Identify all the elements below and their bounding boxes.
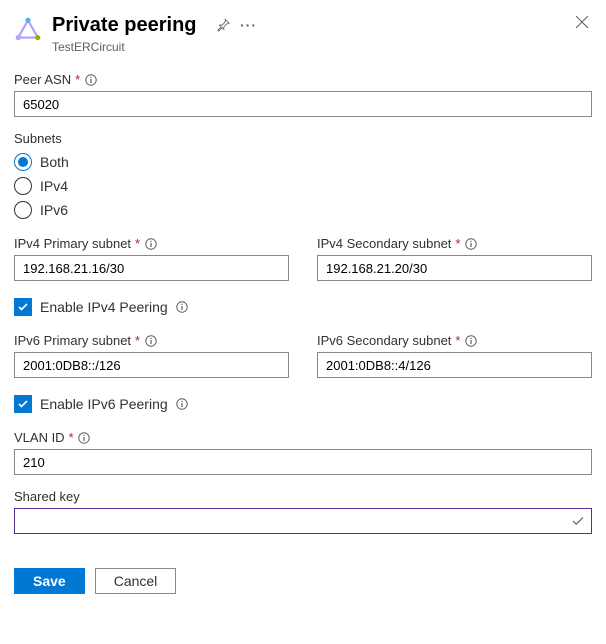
cancel-button[interactable]: Cancel	[95, 568, 177, 594]
enable-ipv6-checkbox[interactable]: Enable IPv6 Peering	[14, 392, 592, 416]
required-indicator: *	[75, 72, 80, 87]
ipv4-primary-input[interactable]	[14, 255, 289, 281]
ipv4-primary-group: IPv4 Primary subnet *	[14, 236, 289, 281]
shared-key-group: Shared key	[14, 489, 592, 534]
peer-asn-input[interactable]	[14, 91, 592, 117]
info-icon[interactable]	[176, 398, 189, 411]
enable-ipv6-label: Enable IPv6 Peering	[40, 396, 168, 412]
ipv4-secondary-group: IPv4 Secondary subnet *	[317, 236, 592, 281]
ipv6-secondary-input[interactable]	[317, 352, 592, 378]
ipv6-secondary-label: IPv6 Secondary subnet	[317, 333, 451, 348]
more-icon[interactable]: ···	[239, 15, 259, 35]
ipv6-primary-label: IPv6 Primary subnet	[14, 333, 131, 348]
save-button[interactable]: Save	[14, 568, 85, 594]
peer-asn-group: Peer ASN *	[14, 72, 592, 117]
ipv4-primary-label: IPv4 Primary subnet	[14, 236, 131, 251]
ipv4-secondary-label: IPv4 Secondary subnet	[317, 236, 451, 251]
radio-ipv6[interactable]: IPv6	[14, 198, 592, 222]
ipv6-primary-group: IPv6 Primary subnet *	[14, 333, 289, 378]
checkbox-icon	[14, 298, 32, 316]
info-icon[interactable]	[464, 237, 477, 250]
required-indicator: *	[135, 333, 140, 348]
vlan-id-group: VLAN ID *	[14, 430, 592, 475]
page-subtitle: TestERCircuit	[52, 40, 572, 54]
required-indicator: *	[69, 430, 74, 445]
peer-asn-label: Peer ASN	[14, 72, 71, 87]
info-icon[interactable]	[144, 237, 157, 250]
checkbox-icon	[14, 395, 32, 413]
radio-label: IPv4	[40, 178, 68, 194]
radio-icon	[14, 201, 32, 219]
radio-label: IPv6	[40, 202, 68, 218]
ipv6-primary-input[interactable]	[14, 352, 289, 378]
page-title: Private peering	[52, 12, 197, 38]
enable-ipv4-checkbox[interactable]: Enable IPv4 Peering	[14, 295, 592, 319]
enable-ipv4-label: Enable IPv4 Peering	[40, 299, 168, 315]
radio-both[interactable]: Both	[14, 150, 592, 174]
close-icon[interactable]	[572, 12, 592, 32]
info-icon[interactable]	[176, 301, 189, 314]
radio-label: Both	[40, 154, 69, 170]
pin-icon[interactable]	[213, 15, 233, 35]
radio-ipv4[interactable]: IPv4	[14, 174, 592, 198]
required-indicator: *	[455, 333, 460, 348]
vlan-id-label: VLAN ID	[14, 430, 65, 445]
subnets-group: Subnets Both IPv4 IPv6	[14, 131, 592, 222]
panel-header: Private peering ··· TestERCircuit	[14, 12, 592, 54]
ipv6-secondary-group: IPv6 Secondary subnet *	[317, 333, 592, 378]
required-indicator: *	[135, 236, 140, 251]
ipv4-secondary-input[interactable]	[317, 255, 592, 281]
subnets-label: Subnets	[14, 131, 62, 146]
info-icon[interactable]	[78, 431, 91, 444]
info-icon[interactable]	[144, 334, 157, 347]
peering-icon	[14, 16, 42, 44]
shared-key-input[interactable]	[14, 508, 592, 534]
radio-icon	[14, 153, 32, 171]
check-icon	[571, 514, 585, 528]
info-icon[interactable]	[464, 334, 477, 347]
radio-icon	[14, 177, 32, 195]
shared-key-label: Shared key	[14, 489, 80, 504]
vlan-id-input[interactable]	[14, 449, 592, 475]
footer: Save Cancel	[14, 568, 592, 594]
info-icon[interactable]	[84, 73, 97, 86]
required-indicator: *	[455, 236, 460, 251]
